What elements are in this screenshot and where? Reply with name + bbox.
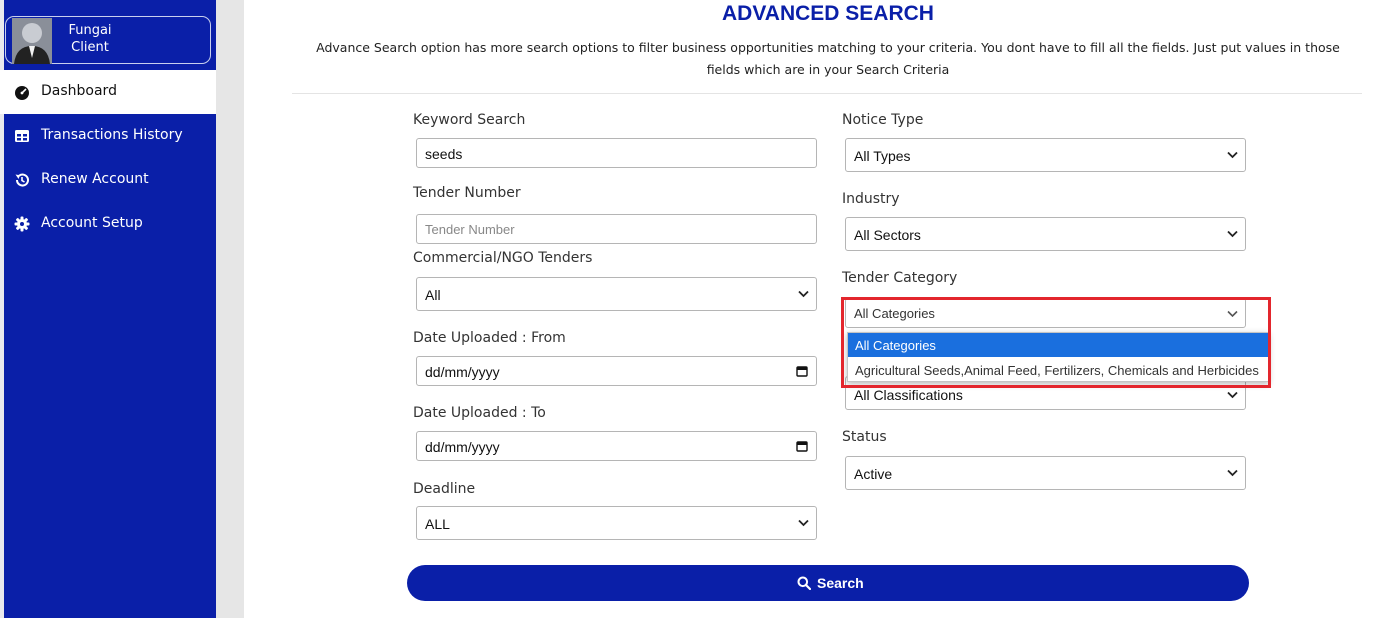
deadline-label: Deadline bbox=[413, 481, 476, 497]
commercial-label: Commercial/NGO Tenders bbox=[413, 250, 593, 266]
notice-type-select[interactable]: All Types bbox=[845, 138, 1246, 172]
keyword-label: Keyword Search bbox=[413, 112, 526, 128]
sidebar-item-label: Account Setup bbox=[41, 215, 143, 231]
avatar bbox=[12, 18, 52, 64]
chevron-down-icon bbox=[1227, 310, 1238, 318]
tender-number-label: Tender Number bbox=[413, 185, 521, 201]
notice-type-label: Notice Type bbox=[842, 112, 924, 128]
sidebar-item-label: Dashboard bbox=[41, 83, 117, 99]
industry-select[interactable]: All Sectors bbox=[845, 217, 1246, 251]
calendar-icon[interactable] bbox=[796, 440, 808, 452]
commercial-select[interactable]: All bbox=[416, 277, 817, 311]
date-from-input[interactable]: dd/mm/yyyy bbox=[416, 356, 817, 386]
search-button[interactable]: Search bbox=[407, 565, 1249, 601]
chevron-down-icon bbox=[1227, 230, 1238, 238]
status-select[interactable]: Active bbox=[845, 456, 1246, 490]
user-name: Fungai Client bbox=[66, 22, 114, 56]
history-icon bbox=[15, 173, 29, 187]
keyword-input[interactable]: seeds bbox=[416, 138, 817, 168]
calendar-icon[interactable] bbox=[796, 365, 808, 377]
deadline-select[interactable]: ALL bbox=[416, 506, 817, 540]
sidebar-item-label: Transactions History bbox=[41, 127, 183, 143]
tender-category-select[interactable]: All Categories bbox=[845, 298, 1246, 328]
tender-category-label: Tender Category bbox=[842, 270, 958, 286]
deadline-select-value: ALL bbox=[425, 516, 450, 532]
user-first-name: Fungai bbox=[68, 23, 112, 38]
sidebar-item-label: Renew Account bbox=[41, 171, 149, 187]
tender-category-dropdown: All Categories Agricultural Seeds,Animal… bbox=[847, 332, 1269, 382]
date-to-value: dd/mm/yyyy bbox=[425, 439, 500, 455]
sidebar-gutter bbox=[216, 0, 244, 618]
divider bbox=[292, 93, 1362, 94]
sidebar: Fungai Client Dashboard Transactions His… bbox=[0, 0, 216, 618]
user-card[interactable]: Fungai Client bbox=[5, 16, 211, 64]
date-to-label: Date Uploaded : To bbox=[413, 405, 546, 421]
search-icon bbox=[797, 576, 811, 590]
commercial-select-value: All bbox=[425, 287, 441, 303]
chevron-down-icon bbox=[1227, 151, 1238, 159]
chevron-down-icon bbox=[798, 519, 809, 527]
classification-select-value: All Classifications bbox=[854, 387, 963, 403]
sidebar-item-renew-account[interactable]: Renew Account bbox=[0, 158, 216, 202]
industry-select-value: All Sectors bbox=[854, 227, 921, 243]
date-from-label: Date Uploaded : From bbox=[413, 330, 566, 346]
chevron-down-icon bbox=[1227, 391, 1238, 399]
date-from-value: dd/mm/yyyy bbox=[425, 364, 500, 380]
status-select-value: Active bbox=[854, 466, 893, 482]
sidebar-item-transactions-history[interactable]: Transactions History bbox=[0, 114, 216, 158]
notice-type-select-value: All Types bbox=[854, 148, 911, 164]
chevron-down-icon bbox=[1227, 469, 1238, 477]
sidebar-item-account-setup[interactable]: Account Setup bbox=[0, 202, 216, 246]
gear-icon bbox=[14, 216, 30, 232]
main-content: ADVANCED SEARCH Advance Search option ha… bbox=[244, 0, 1378, 618]
user-last-name: Client bbox=[71, 40, 109, 55]
table-icon bbox=[15, 130, 29, 142]
dropdown-option-all-categories[interactable]: All Categories bbox=[848, 333, 1268, 357]
tender-category-select-value: All Categories bbox=[854, 306, 935, 321]
tender-number-input[interactable]: Tender Number bbox=[416, 214, 817, 244]
sidebar-item-dashboard[interactable]: Dashboard bbox=[0, 70, 216, 114]
page-title: ADVANCED SEARCH bbox=[722, 2, 934, 25]
dropdown-option-agricultural-seeds[interactable]: Agricultural Seeds,Animal Feed, Fertiliz… bbox=[848, 358, 1268, 382]
industry-label: Industry bbox=[842, 191, 900, 207]
date-to-input[interactable]: dd/mm/yyyy bbox=[416, 431, 817, 461]
chevron-down-icon bbox=[798, 290, 809, 298]
page-description: Advance Search option has more search op… bbox=[316, 40, 1340, 77]
tachometer-icon bbox=[15, 86, 29, 100]
status-label: Status bbox=[842, 429, 887, 445]
search-button-label: Search bbox=[817, 575, 864, 591]
